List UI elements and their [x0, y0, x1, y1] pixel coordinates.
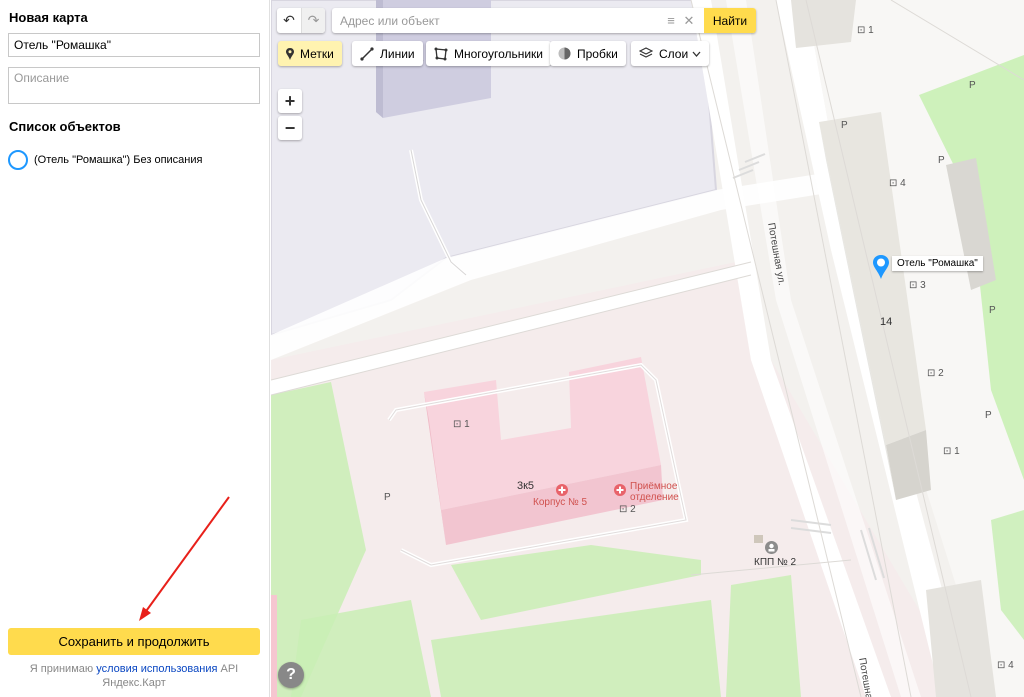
parking-label: P: [989, 305, 996, 316]
tool-polygons[interactable]: Многоугольники: [426, 41, 552, 66]
house-number: ⊡ 4: [889, 178, 906, 189]
undo-icon[interactable]: ↶: [277, 8, 301, 33]
polygon-tool-icon: [434, 47, 448, 61]
panel-title: Новая карта: [9, 10, 88, 25]
house-number: ⊡ 1: [857, 25, 874, 36]
building-number: 3к5: [517, 480, 535, 492]
house-number-value: 1: [954, 446, 960, 457]
parking-label: P: [985, 410, 992, 421]
terms-prefix: Я принимаю: [29, 663, 97, 675]
parking-label: P: [384, 492, 391, 503]
tool-lines[interactable]: Линии: [352, 41, 423, 66]
map-name-input[interactable]: [8, 33, 260, 57]
house-number: 14: [880, 316, 893, 328]
placemark-pin-icon: [873, 255, 889, 279]
terms-text: Я принимаю условия использования API Янд…: [8, 662, 260, 690]
search-input[interactable]: [332, 9, 662, 32]
close-icon[interactable]: ✕: [680, 12, 698, 30]
tool-lines-label: Линии: [380, 46, 415, 61]
parking-label: P: [969, 80, 976, 91]
hospital-icon: [614, 484, 626, 496]
search-button[interactable]: Найти: [704, 8, 756, 33]
house-number: ⊡ 1: [453, 419, 470, 430]
tool-traffic[interactable]: Пробки: [550, 41, 626, 66]
korpus-label: Корпус № 5: [533, 497, 588, 508]
house-number: ⊡ 2: [927, 368, 944, 379]
tool-layers[interactable]: Слои: [631, 41, 710, 66]
house-number-value: 4: [1008, 660, 1014, 671]
line-tool-icon: [360, 46, 374, 61]
search-box: ≡ ✕ Найти: [332, 8, 756, 33]
tool-layers-label: Слои: [659, 46, 689, 61]
tool-marks-label: Метки: [300, 46, 334, 61]
map-view[interactable]: 5 ⊡ 1 P P P ⊡ 4 ⊡ 3 14 ⊡ 2 P ⊡ 1 P ⊡ 1 3…: [271, 0, 1024, 697]
checkpoint-icon: [765, 541, 778, 554]
map-description-input[interactable]: [8, 67, 260, 104]
parking-label: P: [841, 120, 848, 131]
terms-link[interactable]: условия использования: [96, 663, 217, 675]
zoom-in-button[interactable]: +: [278, 89, 302, 113]
house-number-value: 1: [868, 25, 874, 36]
reception-label: Приёмное отделение: [630, 481, 679, 503]
object-list-item-label: (Отель "Ромашка") Без описания: [34, 154, 203, 166]
checkpoint-label: КПП № 2: [754, 557, 797, 568]
traffic-icon: [558, 47, 571, 60]
parking-label: P: [938, 155, 945, 166]
objects-list-title: Список объектов: [9, 119, 121, 134]
zoom-out-button[interactable]: −: [278, 116, 302, 140]
tool-polygons-label: Многоугольники: [454, 46, 544, 61]
chevron-down-icon: [692, 51, 701, 57]
tool-traffic-label: Пробки: [577, 46, 618, 61]
placemark-circle-icon: [8, 150, 28, 170]
list-icon[interactable]: ≡: [662, 12, 680, 30]
hospital-icon: [556, 484, 568, 496]
placemark-tool-icon: [286, 47, 294, 60]
placemark-label: Отель "Ромашка": [892, 255, 983, 271]
object-list-item[interactable]: (Отель "Ромашка") Без описания: [8, 149, 263, 171]
help-button[interactable]: ?: [278, 662, 304, 688]
building-icon: [754, 535, 763, 543]
save-continue-button[interactable]: Сохранить и продолжить: [8, 628, 260, 655]
house-number: ⊡ 4: [997, 660, 1014, 671]
house-number: ⊡ 1: [943, 446, 960, 457]
editor-panel: Новая карта Список объектов (Отель "Рома…: [0, 0, 270, 697]
layers-icon: [639, 47, 653, 60]
house-number-value: 4: [900, 178, 906, 189]
house-number: ⊡ 3: [909, 280, 926, 291]
house-number: ⊡ 2: [619, 504, 636, 515]
undo-redo-group: ↶ ↷: [277, 8, 325, 33]
house-number-value: 2: [938, 368, 944, 379]
tool-marks[interactable]: Метки: [278, 41, 342, 66]
house-number-value: 3: [920, 280, 926, 291]
map-canvas: [271, 0, 1024, 697]
house-number-value: 1: [464, 419, 470, 430]
redo-icon[interactable]: ↷: [301, 8, 325, 33]
hotel-placemark[interactable]: Отель "Ромашка": [872, 254, 983, 280]
house-number-value: 2: [630, 504, 636, 515]
